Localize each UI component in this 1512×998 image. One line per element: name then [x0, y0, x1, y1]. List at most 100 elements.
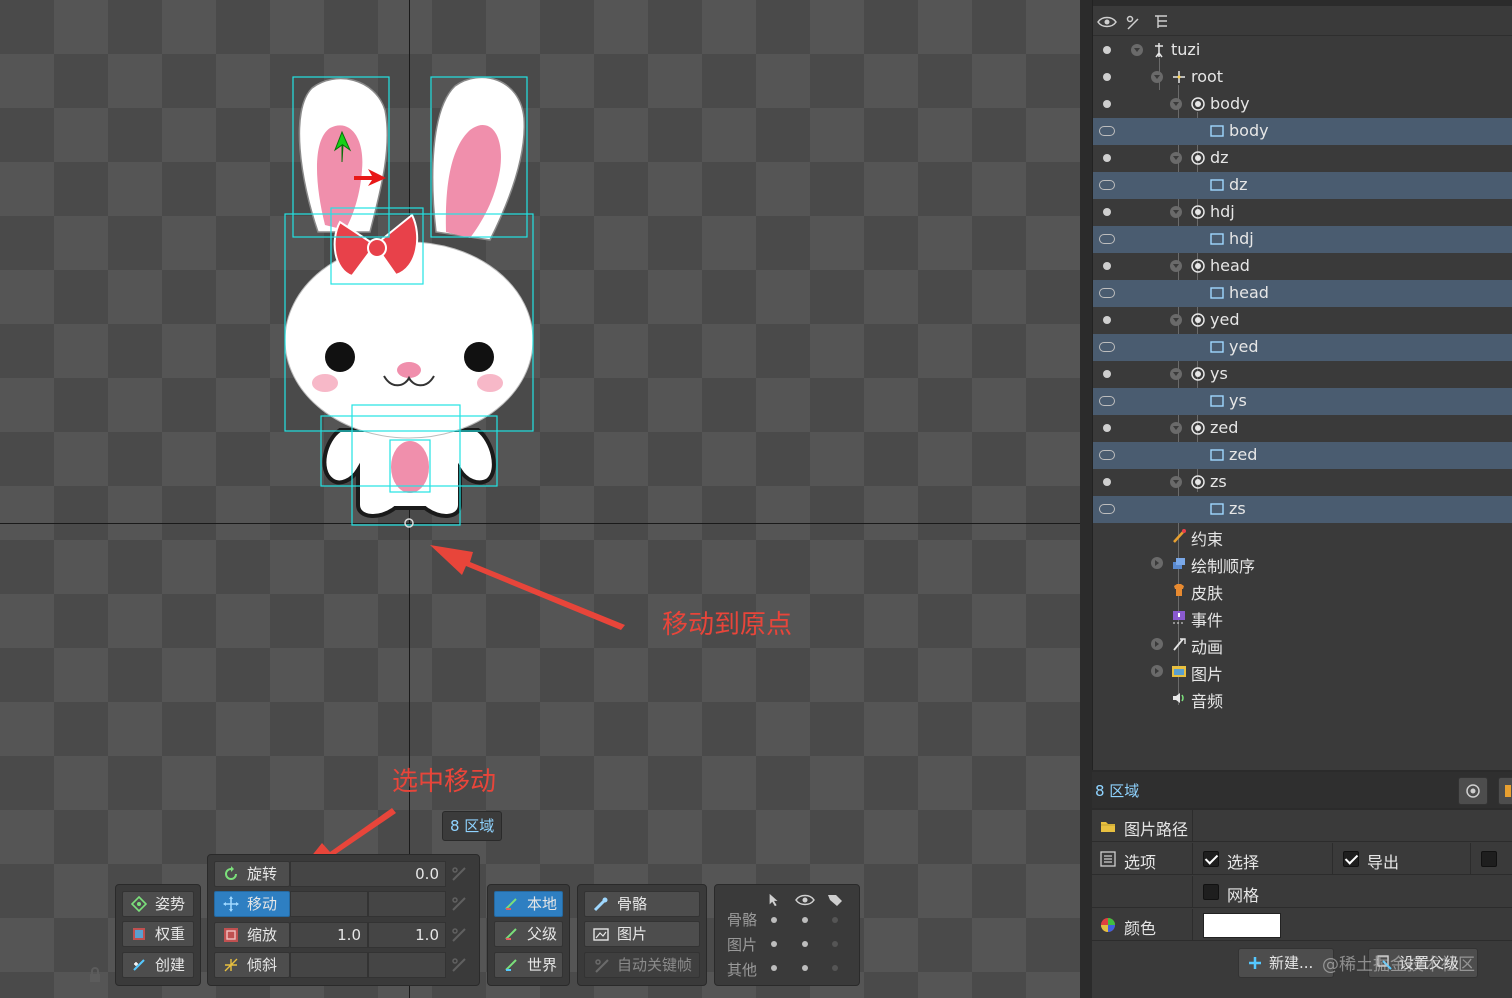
- tree-item-bone[interactable]: zs: [1093, 469, 1512, 496]
- color-swatch[interactable]: [1203, 913, 1281, 938]
- shear-x-field[interactable]: [290, 952, 368, 978]
- tree-column-icon[interactable]: [1153, 14, 1169, 30]
- compensate-bones-button[interactable]: 骨骼: [584, 891, 700, 917]
- key-tag-icon[interactable]: [825, 893, 845, 907]
- panel-divider[interactable]: [1080, 0, 1092, 998]
- tree-item-animations[interactable]: 动画: [1093, 631, 1512, 658]
- expand-toggle-icon[interactable]: [1170, 368, 1182, 380]
- image-path-label[interactable]: 图片路径: [1124, 820, 1188, 839]
- images-select-toggle[interactable]: [771, 941, 777, 947]
- expand-toggle-icon[interactable]: [1170, 98, 1182, 110]
- expand-toggle-icon[interactable]: [1151, 665, 1163, 677]
- shear-tool-button[interactable]: 倾斜: [214, 952, 290, 978]
- tree-item-audio[interactable]: 音频: [1093, 685, 1512, 712]
- translate-y-field[interactable]: [368, 891, 446, 917]
- expand-toggle-icon[interactable]: [1151, 557, 1163, 569]
- status-settings-button[interactable]: [1458, 777, 1488, 805]
- visibility-dot-icon[interactable]: [1103, 370, 1111, 378]
- others-key-toggle[interactable]: [832, 965, 838, 971]
- lock-icon[interactable]: [86, 966, 104, 984]
- tree-item-attachment[interactable]: dz: [1093, 172, 1512, 199]
- visibility-dot-icon[interactable]: [1103, 424, 1111, 432]
- extra-option-checkbox[interactable]: [1481, 851, 1497, 867]
- others-visible-toggle[interactable]: [802, 965, 808, 971]
- parent-axes-button[interactable]: 父级: [494, 921, 563, 947]
- tree-item-attachment[interactable]: zs: [1093, 496, 1512, 523]
- auto-key-button[interactable]: 自动关键帧: [584, 952, 700, 978]
- tree-item-bone[interactable]: zed: [1093, 415, 1512, 442]
- expand-toggle-icon[interactable]: [1170, 476, 1182, 488]
- export-checkbox[interactable]: [1343, 851, 1359, 867]
- expand-toggle-icon[interactable]: [1170, 422, 1182, 434]
- key-column-icon[interactable]: [1125, 14, 1141, 30]
- scale-x-field[interactable]: 1.0: [290, 922, 368, 948]
- tree-item-skins[interactable]: 皮肤: [1093, 577, 1512, 604]
- world-axes-button[interactable]: 世界: [494, 952, 563, 978]
- hidden-eye-icon[interactable]: [1099, 504, 1115, 514]
- eye-column-icon[interactable]: [1097, 15, 1117, 29]
- visibility-dot-icon[interactable]: [1103, 262, 1111, 270]
- others-select-toggle[interactable]: [771, 965, 777, 971]
- tree-item-bone[interactable]: yed: [1093, 307, 1512, 334]
- tree-item-skeleton[interactable]: tuzi: [1093, 37, 1512, 64]
- bones-select-toggle[interactable]: [771, 917, 777, 923]
- translate-tool-button[interactable]: 移动: [214, 891, 290, 917]
- shear-key-icon[interactable]: [450, 956, 468, 974]
- scale-tool-button[interactable]: 缩放: [214, 922, 290, 948]
- expand-toggle-icon[interactable]: [1170, 260, 1182, 272]
- local-axes-button[interactable]: 本地: [494, 891, 563, 917]
- tree-item-bone[interactable]: head: [1093, 253, 1512, 280]
- hidden-eye-icon[interactable]: [1099, 180, 1115, 190]
- expand-toggle-icon[interactable]: [1170, 206, 1182, 218]
- visibility-eye-icon[interactable]: [795, 893, 815, 907]
- tree-item-attachment[interactable]: zed: [1093, 442, 1512, 469]
- tree-item-bone[interactable]: dz: [1093, 145, 1512, 172]
- images-visible-toggle[interactable]: [802, 941, 808, 947]
- visibility-dot-icon[interactable]: [1103, 154, 1111, 162]
- hidden-eye-icon[interactable]: [1099, 288, 1115, 298]
- expand-toggle-icon[interactable]: [1131, 44, 1143, 56]
- expand-toggle-icon[interactable]: [1151, 638, 1163, 650]
- hidden-eye-icon[interactable]: [1099, 234, 1115, 244]
- grid-checkbox[interactable]: [1203, 884, 1219, 900]
- tree-item-constraints[interactable]: 约束: [1093, 523, 1512, 550]
- tree-item-bone[interactable]: root: [1093, 64, 1512, 91]
- expand-toggle-icon[interactable]: [1151, 71, 1163, 83]
- translate-key-icon[interactable]: [450, 895, 468, 913]
- tree-item-draw-order[interactable]: 绘制顺序: [1093, 550, 1512, 577]
- tree-item-bone[interactable]: body: [1093, 91, 1512, 118]
- shear-y-field[interactable]: [368, 952, 446, 978]
- tree-item-images[interactable]: 图片: [1093, 658, 1512, 685]
- pose-mode-button[interactable]: 姿势: [122, 891, 194, 917]
- hidden-eye-icon[interactable]: [1099, 342, 1115, 352]
- select-checkbox[interactable]: [1203, 851, 1219, 867]
- hidden-eye-icon[interactable]: [1099, 450, 1115, 460]
- hidden-eye-icon[interactable]: [1099, 126, 1115, 136]
- select-pointer-icon[interactable]: [767, 893, 781, 907]
- status-extra-button[interactable]: [1498, 777, 1512, 805]
- create-mode-button[interactable]: 创建: [122, 952, 194, 978]
- tree-item-bone[interactable]: hdj: [1093, 199, 1512, 226]
- tree-item-attachment[interactable]: body: [1093, 118, 1512, 145]
- rotate-value-field[interactable]: 0.0: [290, 861, 446, 887]
- rabbit-character[interactable]: [0, 0, 1080, 998]
- rotate-tool-button[interactable]: 旋转: [214, 861, 290, 887]
- visibility-dot-icon[interactable]: [1103, 208, 1111, 216]
- scale-y-field[interactable]: 1.0: [368, 922, 446, 948]
- compensate-images-button[interactable]: 图片: [584, 921, 700, 947]
- visibility-dot-icon[interactable]: [1103, 73, 1111, 81]
- weights-mode-button[interactable]: 权重: [122, 921, 194, 947]
- viewport[interactable]: 移动到原点 选中移动 8 区域 姿势 权重 创建 旋转 0.0 移动 缩放 1.…: [0, 0, 1080, 998]
- tree-item-attachment[interactable]: head: [1093, 280, 1512, 307]
- scale-key-icon[interactable]: [450, 926, 468, 944]
- tree-item-attachment[interactable]: hdj: [1093, 226, 1512, 253]
- visibility-dot-icon[interactable]: [1103, 316, 1111, 324]
- visibility-dot-icon[interactable]: [1103, 46, 1111, 54]
- rotate-key-icon[interactable]: [450, 865, 468, 883]
- visibility-dot-icon[interactable]: [1103, 478, 1111, 486]
- tree-item-attachment[interactable]: ys: [1093, 388, 1512, 415]
- new-button[interactable]: 新建...: [1238, 948, 1334, 978]
- visibility-dot-icon[interactable]: [1103, 100, 1111, 108]
- tree-item-events[interactable]: 事件: [1093, 604, 1512, 631]
- hidden-eye-icon[interactable]: [1099, 396, 1115, 406]
